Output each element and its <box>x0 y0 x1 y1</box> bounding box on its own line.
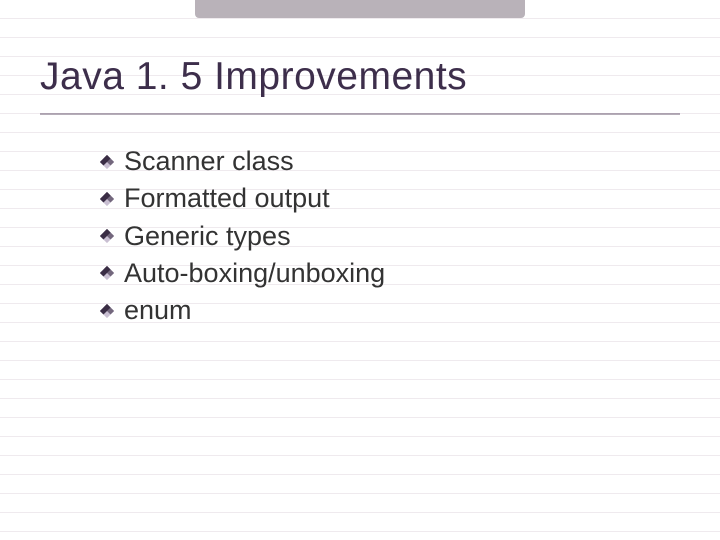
list-item: Scanner class <box>100 143 680 180</box>
list-item: Auto-boxing/unboxing <box>100 255 680 292</box>
list-item: Formatted output <box>100 180 680 217</box>
diamond-bullet-icon <box>100 229 114 243</box>
diamond-bullet-icon <box>100 304 114 318</box>
slide-content: Java 1. 5 Improvements Scanner class <box>0 0 720 329</box>
title-underline <box>40 113 680 115</box>
bullet-list: Scanner class Formatted output Generic <box>40 143 680 329</box>
page-title: Java 1. 5 Improvements <box>40 55 680 99</box>
list-item: enum <box>100 292 680 329</box>
list-item-label: Generic types <box>124 218 291 255</box>
list-item-label: Formatted output <box>124 180 330 217</box>
list-item-label: Auto-boxing/unboxing <box>124 255 385 292</box>
list-item-label: enum <box>124 292 192 329</box>
diamond-bullet-icon <box>100 192 114 206</box>
list-item: Generic types <box>100 218 680 255</box>
diamond-bullet-icon <box>100 266 114 280</box>
list-item-label: Scanner class <box>124 143 294 180</box>
diamond-bullet-icon <box>100 155 114 169</box>
